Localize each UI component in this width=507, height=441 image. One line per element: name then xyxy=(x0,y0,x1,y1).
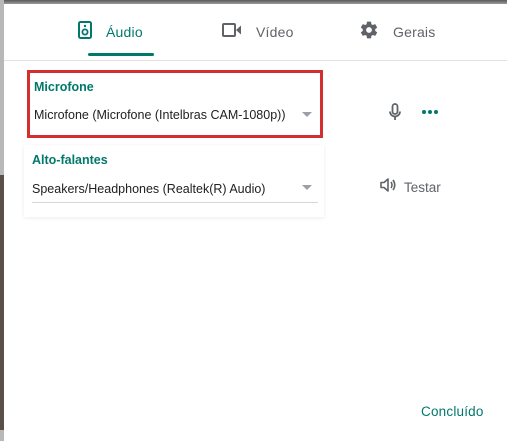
tab-gerais[interactable]: Gerais xyxy=(359,4,435,60)
speaker-icon xyxy=(78,20,92,44)
gear-icon xyxy=(359,20,379,45)
more-options-icon[interactable] xyxy=(420,106,440,118)
tab-audio[interactable]: Áudio xyxy=(78,4,143,60)
microphone-select-value: Microfone (Microfone (Intelbras CAM-1080… xyxy=(34,108,286,122)
microphone-icon[interactable] xyxy=(387,102,403,122)
settings-tabs: Áudio Vídeo Gerais xyxy=(4,4,507,61)
speakers-select-value: Speakers/Headphones (Realtek(R) Audio) xyxy=(32,182,266,196)
tab-gerais-label: Gerais xyxy=(393,24,436,40)
test-speakers-label: Testar xyxy=(404,179,441,195)
tab-video[interactable]: Vídeo xyxy=(222,4,294,60)
microphone-label: Microfone xyxy=(34,80,94,94)
active-tab-indicator xyxy=(88,53,154,56)
volume-icon xyxy=(380,177,396,197)
microphone-select[interactable]: Microfone (Microfone (Intelbras CAM-1080… xyxy=(34,106,318,124)
speakers-select-underline xyxy=(32,202,318,203)
speakers-select[interactable]: Speakers/Headphones (Realtek(R) Audio) xyxy=(32,180,318,198)
done-button[interactable]: Concluído xyxy=(421,404,484,419)
tab-audio-label: Áudio xyxy=(106,24,143,40)
chevron-down-icon xyxy=(302,185,312,190)
audio-settings-dialog: Áudio Vídeo Gerais Microfone Microfone (… xyxy=(0,0,507,441)
test-speakers-button[interactable]: Testar xyxy=(380,177,441,197)
speakers-label: Alto-falantes xyxy=(32,153,108,167)
tab-video-label: Vídeo xyxy=(256,24,294,40)
background-strip xyxy=(0,175,4,430)
chevron-down-icon xyxy=(302,112,312,117)
video-camera-icon xyxy=(222,22,242,42)
